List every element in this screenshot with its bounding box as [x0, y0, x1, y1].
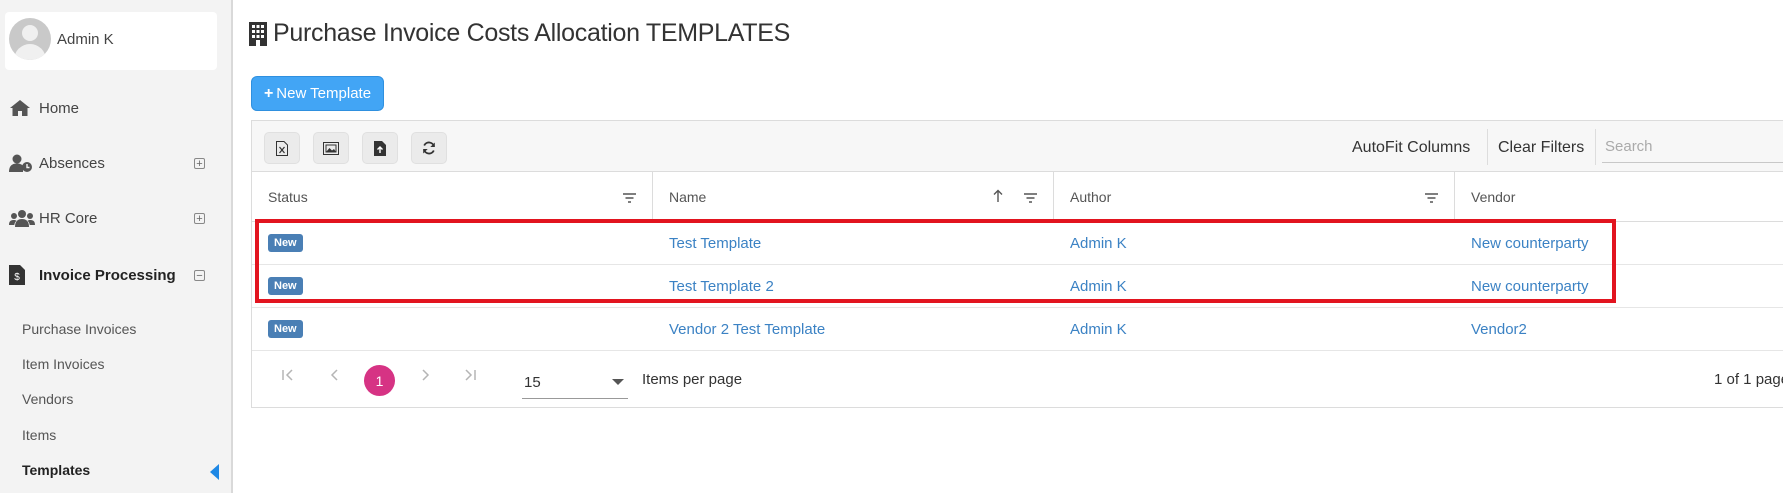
vendor-link[interactable]: Vendor2	[1471, 321, 1527, 338]
sidebar-item-label: Absences	[39, 154, 105, 172]
expand-icon[interactable]: +	[194, 212, 205, 224]
templates-grid: AutoFit Columns Clear Filters Status Nam…	[251, 120, 1783, 408]
sidebar-subitem-templates[interactable]: Templates	[22, 462, 90, 478]
user-card[interactable]: Admin K	[5, 12, 217, 70]
sidebar-subitem-purchase-invoices[interactable]: Purchase Invoices	[22, 321, 136, 337]
grid-toolbar: AutoFit Columns Clear Filters	[252, 121, 1783, 172]
template-name-link[interactable]: Vendor 2 Test Template	[669, 321, 825, 338]
user-clock-icon	[9, 154, 35, 172]
page-1-button[interactable]: 1	[364, 365, 395, 396]
author-link[interactable]: Admin K	[1070, 278, 1127, 295]
filter-icon[interactable]	[1024, 190, 1037, 206]
sort-ascending-icon[interactable]	[993, 189, 1003, 205]
items-per-page-label: Items per page	[642, 371, 743, 388]
status-badge: New	[268, 320, 303, 338]
export-document-button[interactable]	[362, 132, 398, 164]
active-indicator-icon	[210, 464, 219, 480]
home-icon	[9, 99, 35, 117]
sidebar-item-hr-core[interactable]: HR Core +	[0, 198, 231, 238]
export-excel-icon	[276, 140, 288, 156]
filter-icon[interactable]	[623, 190, 636, 206]
status-badge: New	[268, 234, 303, 252]
column-header-label: Name	[669, 188, 707, 205]
toolbar-divider	[1595, 129, 1596, 165]
template-name-link[interactable]: Test Template 2	[669, 278, 774, 295]
sidebar-item-label: Invoice Processing	[39, 266, 176, 284]
export-image-icon	[323, 141, 339, 155]
vendor-link[interactable]: New counterparty	[1471, 278, 1589, 295]
table-row[interactable]: New Test Template Admin K New counterpar…	[252, 222, 1783, 265]
page-title: Purchase Invoice Costs Allocation TEMPLA…	[249, 19, 790, 48]
column-header-status[interactable]: Status	[252, 172, 653, 221]
column-header-name[interactable]: Name	[653, 172, 1054, 221]
column-header-label: Status	[268, 188, 308, 205]
new-template-button[interactable]: + New Template	[251, 76, 384, 111]
pager-info: 1 of 1 pages (3 items)	[1714, 371, 1783, 388]
page-size-select[interactable]: 15	[522, 363, 628, 399]
export-excel-button[interactable]	[264, 132, 300, 164]
sidebar-item-home[interactable]: Home	[0, 88, 231, 128]
user-name: Admin K	[57, 31, 114, 48]
status-badge: New	[268, 277, 303, 295]
plus-icon: +	[263, 84, 274, 102]
sidebar-item-label: HR Core	[39, 209, 98, 227]
page-size-value: 15	[524, 374, 541, 391]
export-document-icon	[374, 140, 386, 156]
template-name-link[interactable]: Test Template	[669, 235, 761, 252]
vendor-link[interactable]: New counterparty	[1471, 235, 1589, 252]
svg-text:$: $	[14, 272, 20, 283]
search-input[interactable]	[1602, 131, 1783, 163]
table-row[interactable]: New Vendor 2 Test Template Admin K Vendo…	[252, 308, 1783, 351]
sidebar: Admin K Home Absences + HR Core + $ Invo…	[0, 0, 233, 493]
export-image-button[interactable]	[313, 132, 349, 164]
refresh-button[interactable]	[411, 132, 447, 164]
building-icon	[249, 21, 267, 46]
filter-icon[interactable]	[1425, 190, 1438, 206]
table-row[interactable]: New Test Template 2 Admin K New counterp…	[252, 265, 1783, 308]
sidebar-item-invoice-processing[interactable]: $ Invoice Processing −	[0, 255, 231, 295]
autofit-columns-button[interactable]: AutoFit Columns	[1352, 139, 1470, 157]
sidebar-subitem-items[interactable]: Items	[22, 427, 56, 443]
last-page-icon[interactable]	[464, 369, 476, 381]
sidebar-item-label: Home	[39, 99, 80, 117]
clear-filters-button[interactable]: Clear Filters	[1498, 139, 1584, 157]
author-link[interactable]: Admin K	[1070, 321, 1127, 338]
pager: 1 15 Items per page 1 of 1 pages (3 item…	[252, 351, 1783, 407]
next-page-icon[interactable]	[422, 369, 430, 381]
sidebar-subitem-vendors[interactable]: Vendors	[22, 391, 73, 407]
users-icon	[9, 209, 35, 227]
sidebar-item-absences[interactable]: Absences +	[0, 143, 231, 183]
sidebar-subitem-item-invoices[interactable]: Item Invoices	[22, 356, 104, 372]
table-header: Status Name Author Vendor	[252, 172, 1783, 222]
column-header-vendor[interactable]: Vendor	[1455, 172, 1783, 221]
chevron-down-icon	[612, 379, 624, 385]
first-page-icon[interactable]	[282, 369, 294, 381]
collapse-icon[interactable]: −	[194, 269, 205, 281]
column-header-author[interactable]: Author	[1054, 172, 1455, 221]
previous-page-icon[interactable]	[330, 369, 338, 381]
page-title-text: Purchase Invoice Costs Allocation TEMPLA…	[273, 19, 790, 47]
toolbar-divider	[1487, 129, 1488, 165]
expand-icon[interactable]: +	[194, 157, 205, 169]
invoice-dollar-icon: $	[9, 265, 35, 285]
new-template-label: New Template	[276, 85, 372, 102]
refresh-icon	[422, 141, 436, 155]
column-header-label: Author	[1070, 188, 1112, 205]
avatar	[9, 18, 51, 60]
author-link[interactable]: Admin K	[1070, 235, 1127, 252]
column-header-label: Vendor	[1471, 188, 1516, 205]
